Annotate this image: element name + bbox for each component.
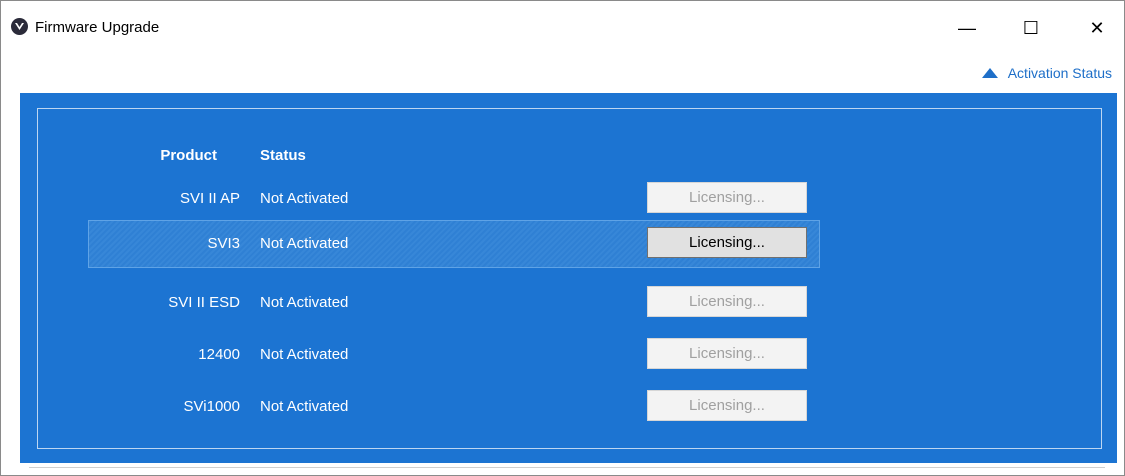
activation-status: Not Activated (260, 235, 349, 252)
activation-status: Not Activated (260, 294, 349, 311)
licensing-button[interactable]: Licensing... (647, 182, 807, 213)
product-name: SVi1000 (183, 398, 240, 415)
activation-status-toggle[interactable]: Activation Status (981, 65, 1112, 81)
licensing-button[interactable]: Licensing... (647, 227, 807, 258)
minimize-icon: — (958, 17, 976, 38)
close-icon: ✕ (1089, 17, 1105, 38)
product-name: SVI II AP (179, 190, 240, 207)
status-column-header: Status (260, 147, 306, 164)
activation-status: Not Activated (260, 346, 349, 363)
title-bar[interactable]: Firmware Upgrade — ☐ ✕ (1, 1, 1124, 56)
product-name: SVI3 (207, 235, 240, 252)
firmware-upgrade-window: Firmware Upgrade — ☐ ✕ Activation Status… (0, 0, 1125, 476)
minimize-button[interactable]: — (945, 11, 989, 45)
triangle-up-icon (981, 65, 998, 81)
window-title: Firmware Upgrade (35, 19, 160, 36)
licensing-button[interactable]: Licensing... (647, 390, 807, 421)
product-name: SVI II ESD (168, 294, 240, 311)
product-name: 12400 (198, 346, 240, 363)
licensing-button[interactable]: Licensing... (647, 338, 807, 369)
product-row-svi3[interactable]: SVI3 Not Activated Licensing... (88, 220, 820, 268)
app-logo-icon (11, 18, 28, 35)
licensing-button[interactable]: Licensing... (647, 286, 807, 317)
product-column-header: Product (160, 147, 217, 164)
maximize-icon: ☐ (1022, 17, 1040, 38)
bottom-divider (29, 467, 1105, 468)
activation-status-label: Activation Status (1007, 65, 1112, 81)
maximize-button[interactable]: ☐ (1009, 11, 1053, 45)
product-row-svi2esd[interactable]: SVI II ESD Not Activated Licensing... (88, 279, 820, 327)
product-row-svi1000[interactable]: SVi1000 Not Activated Licensing... (88, 383, 820, 431)
activation-status: Not Activated (260, 190, 349, 207)
close-button[interactable]: ✕ (1075, 11, 1119, 45)
activation-panel: Product Status SVI II AP Not Activated L… (20, 93, 1117, 463)
activation-status: Not Activated (260, 398, 349, 415)
activation-frame: Product Status SVI II AP Not Activated L… (37, 108, 1102, 449)
product-row-12400[interactable]: 12400 Not Activated Licensing... (88, 331, 820, 379)
product-row-svi2ap[interactable]: SVI II AP Not Activated Licensing... (88, 175, 820, 223)
